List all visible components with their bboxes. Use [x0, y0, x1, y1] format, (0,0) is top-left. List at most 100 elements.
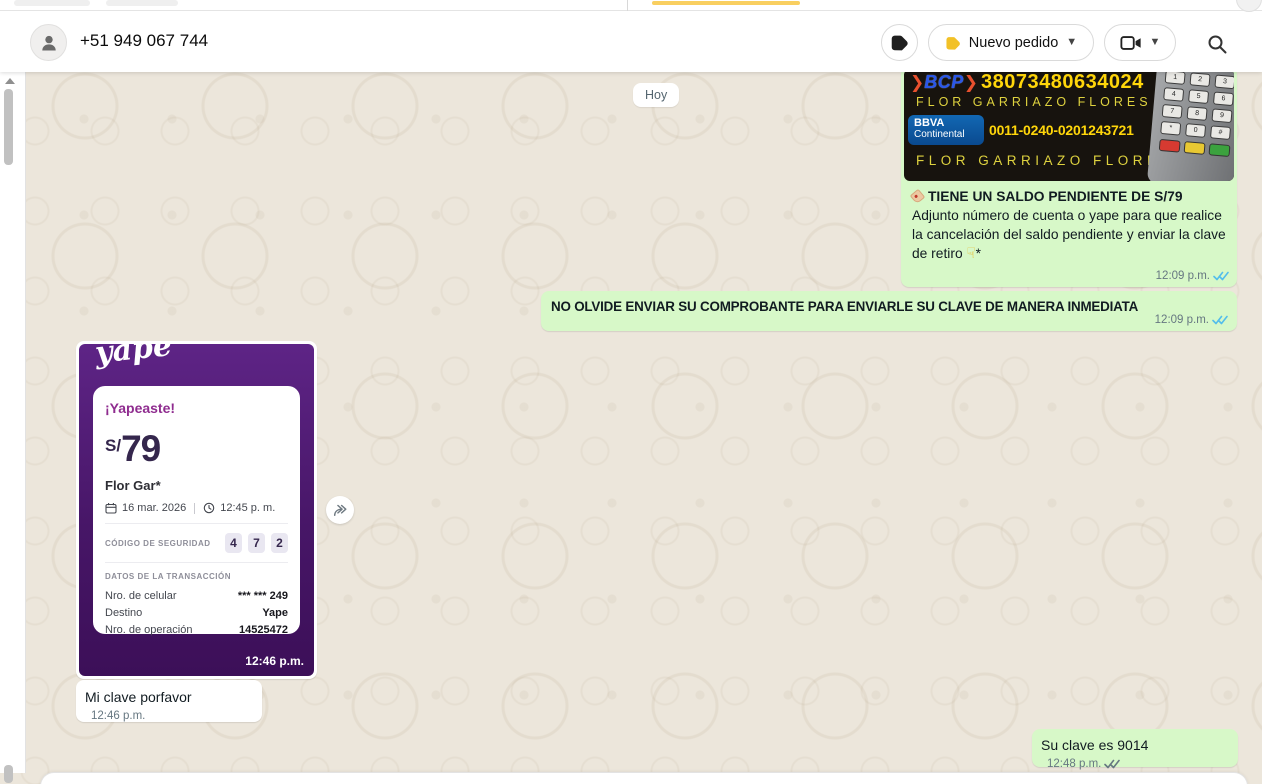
- separator: [194, 503, 195, 514]
- pos-key: 4: [1163, 87, 1184, 102]
- row-label: Nro. de operación: [105, 622, 192, 639]
- message-text: Mi clave porfavor: [85, 689, 192, 705]
- pos-key: #: [1210, 125, 1231, 140]
- pos-key: 1: [1165, 70, 1186, 85]
- read-ticks-icon: [1213, 271, 1229, 282]
- forward-icon: [331, 501, 349, 519]
- person-icon: [37, 31, 61, 55]
- message-meta: 12:09 p.m.: [1156, 270, 1229, 282]
- active-tab-indicator: [652, 1, 800, 5]
- search-button[interactable]: [1204, 31, 1230, 57]
- top-tab-placeholder[interactable]: [106, 0, 178, 6]
- row-value: 14525472: [239, 622, 288, 639]
- new-order-label: Nuevo pedido: [969, 35, 1059, 51]
- bcp-account-number: 38073480634024: [981, 71, 1144, 94]
- chevron-down-icon: ▼: [1150, 37, 1161, 48]
- security-code-digits: 4 7 2: [225, 533, 288, 553]
- whatsapp-crm-window: +51 949 067 744 Nuevo pedido ▼ ▼: [0, 0, 1262, 784]
- saldo-body-text: Adjunto número de cuenta o yape para que…: [912, 208, 1226, 261]
- message-comprobante: NO OLVIDE ENVIAR SU COMPROBANTE PARA ENV…: [541, 291, 1237, 331]
- yape-title: ¡Yapeaste!: [105, 400, 288, 416]
- top-right-avatar-circle[interactable]: [1236, 0, 1262, 12]
- security-digit: 4: [225, 533, 242, 553]
- message-text: TIENE UN SALDO PENDIENTE DE S/79 Adjunto…: [904, 181, 1234, 263]
- bcp-chevron-icon: ❯: [910, 73, 924, 93]
- yape-receipt-image: yape ¡Yapeaste! S/79 Flor Gar*: [79, 344, 314, 676]
- pos-cancel-key: [1159, 139, 1181, 153]
- point-down-emoji-icon: ☟: [966, 245, 975, 262]
- video-call-button[interactable]: ▼: [1104, 24, 1176, 61]
- yellow-tag-icon: [945, 35, 961, 51]
- message-meta: 12:48 p.m.: [1047, 758, 1120, 770]
- transaction-row: Nro. de celular *** *** 249: [105, 588, 288, 605]
- message-meta: 12:09 p.m.: [1155, 314, 1228, 326]
- pos-key: 0: [1185, 123, 1206, 138]
- top-tab-placeholder[interactable]: [14, 0, 90, 6]
- bbva-sub: Continental: [914, 130, 978, 141]
- yape-amount: S/79: [105, 428, 288, 470]
- yape-logo: yape: [93, 344, 173, 371]
- contact-phone-number[interactable]: +51 949 067 744: [80, 31, 208, 51]
- bcp-account-row: ❯BCP❯ 38073480634024: [910, 71, 1144, 94]
- yape-time: 12:45 p. m.: [220, 502, 275, 514]
- new-order-button[interactable]: Nuevo pedido ▼: [928, 24, 1094, 61]
- account-holder-name: FLOR GARRIAZO FLORES: [916, 153, 1174, 168]
- timestamp: 12:46 p.m.: [91, 710, 145, 722]
- bank-accounts-image[interactable]: ❯BCP❯ 38073480634024 FLOR GARRIAZO FLORE…: [904, 69, 1234, 181]
- bbva-account-number: 0011-0240-0201243721: [989, 122, 1134, 138]
- timestamp: 12:46 p.m.: [245, 654, 304, 668]
- label-emoji-icon: [910, 189, 925, 204]
- bbva-brand: BBVA: [914, 118, 978, 130]
- message-meta: 12:46 p.m.: [91, 710, 145, 722]
- message-yape-receipt[interactable]: yape ¡Yapeaste! S/79 Flor Gar*: [76, 341, 317, 679]
- security-digit: 2: [271, 533, 288, 553]
- security-code-row: CÓDIGO DE SEGURIDAD 4 7 2: [105, 533, 288, 553]
- bbva-logo: BBVA Continental: [908, 115, 984, 145]
- contact-avatar[interactable]: [30, 24, 67, 61]
- tag-button[interactable]: [881, 24, 918, 61]
- scrollbar-thumb[interactable]: [4, 89, 13, 165]
- message-key: Su clave es 9014 12:48 p.m.: [1032, 729, 1238, 767]
- security-digit: 7: [248, 533, 265, 553]
- pos-clear-key: [1184, 141, 1206, 155]
- transaction-row: Destino Yape: [105, 605, 288, 622]
- pos-key: 5: [1188, 89, 1209, 104]
- read-ticks-icon: [1212, 315, 1228, 326]
- pos-key: 6: [1213, 91, 1234, 106]
- forward-message-button[interactable]: [326, 496, 354, 524]
- message-text: Su clave es 9014: [1041, 737, 1148, 753]
- timestamp: 12:09 p.m.: [1155, 314, 1209, 326]
- message-saldo-pendiente: ❯BCP❯ 38073480634024 FLOR GARRIAZO FLORE…: [901, 66, 1237, 287]
- bbva-account-row: BBVA Continental 0011-0240-0201243721: [908, 115, 1134, 145]
- scrollbar-thumb-bottom[interactable]: [4, 765, 13, 783]
- left-scrollbar-track: [0, 61, 26, 773]
- saldo-suffix: *: [976, 246, 981, 261]
- transaction-row: Nro. de operación 14525472: [105, 622, 288, 639]
- pos-keypad: 1 2 3 4 5 6 7 8 9 * 0 #: [1160, 70, 1234, 141]
- scroll-up-arrow[interactable]: [5, 78, 15, 84]
- message-composer-panel[interactable]: [40, 772, 1248, 784]
- transaction-data-label: DATOS DE LA TRANSACCIÓN: [105, 572, 288, 581]
- currency-symbol: S/: [105, 436, 121, 455]
- pos-key: 3: [1214, 75, 1234, 90]
- search-icon: [1206, 33, 1228, 55]
- row-label: Nro. de celular: [105, 588, 177, 605]
- recipient-name: Flor Gar*: [105, 478, 288, 493]
- pos-terminal-image: 1 2 3 4 5 6 7 8 9 * 0 #: [1147, 69, 1234, 181]
- security-code-label: CÓDIGO DE SEGURIDAD: [105, 539, 211, 548]
- top-divider: [627, 0, 628, 11]
- account-holder-name: FLOR GARRIAZO FLORES: [916, 95, 1152, 109]
- pos-key: 7: [1162, 104, 1183, 119]
- saldo-body: Adjunto número de cuenta o yape para que…: [912, 206, 1226, 263]
- yape-date: 16 mar. 2026: [122, 502, 186, 514]
- bcp-logo: BCP: [924, 72, 964, 93]
- yape-datetime-row: 16 mar. 2026 12:45 p. m.: [105, 502, 288, 514]
- row-value: Yape: [262, 605, 288, 622]
- chat-header: +51 949 067 744 Nuevo pedido ▼ ▼: [0, 11, 1262, 72]
- message-request-key: Mi clave porfavor 12:46 p.m.: [76, 680, 262, 722]
- chat-area: ❯BCP❯ 38073480634024 FLOR GARRIAZO FLORE…: [0, 11, 1262, 784]
- calendar-icon: [105, 502, 117, 514]
- saldo-title: TIENE UN SALDO PENDIENTE DE S/79: [912, 187, 1226, 206]
- message-text: NO OLVIDE ENVIAR SU COMPROBANTE PARA ENV…: [551, 299, 1138, 314]
- row-label: Destino: [105, 605, 142, 622]
